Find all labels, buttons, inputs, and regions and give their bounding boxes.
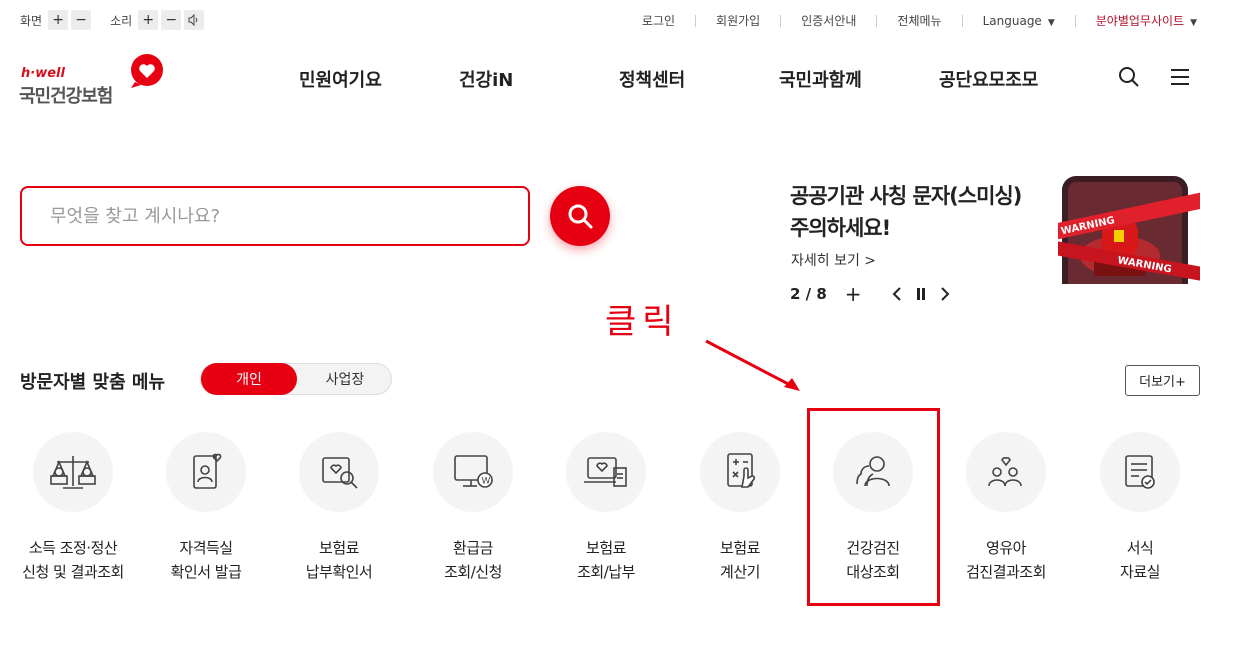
- full-menu-link[interactable]: 전체메뉴: [897, 12, 941, 29]
- laptop-receipt-icon: [584, 457, 627, 487]
- visitor-menu-title: 방문자별 맞춤 메뉴: [20, 372, 166, 393]
- main-search-box: [20, 186, 530, 246]
- quick-menu-health-checkup[interactable]: 건강검진 대상조회: [803, 432, 943, 584]
- family-icon: [988, 457, 1022, 487]
- pause-icon[interactable]: [916, 288, 926, 300]
- language-select[interactable]: Language ▼: [983, 14, 1055, 28]
- more-button[interactable]: 더보기+: [1125, 365, 1200, 396]
- quick-menu-eligibility-certificate[interactable]: 자격득실 확인서 발급: [136, 432, 276, 584]
- accessibility-controls: 화면 + − 소리 + −: [20, 10, 207, 30]
- caret-down-icon: ▼: [1190, 18, 1197, 28]
- nav-with-citizens[interactable]: 국민과함께: [779, 66, 862, 92]
- certificate-guide-link[interactable]: 인증서안내: [801, 12, 856, 29]
- quick-menu-payment-certificate[interactable]: 보험료 납부확인서: [269, 432, 409, 584]
- quick-menu-infant-checkup[interactable]: 영유아 검진결과조회: [936, 432, 1076, 584]
- nav-civil-service[interactable]: 민원여기요: [299, 66, 382, 92]
- utility-links: 로그인 회원가입 인증서안내 전체메뉴 Language ▼ 분야별업무사이트 ▼: [642, 12, 1197, 29]
- visitor-type-toggle: 개인 사업장: [200, 363, 392, 395]
- payment-search-icon: [322, 457, 358, 489]
- click-annotation-label: 클릭: [605, 302, 680, 342]
- id-card-icon: [193, 453, 222, 489]
- speaker-icon[interactable]: [184, 10, 205, 30]
- banner-plus-button[interactable]: +: [845, 282, 862, 306]
- search-icon[interactable]: [1118, 66, 1140, 88]
- nav-about-nhis[interactable]: 공단요모조모: [939, 66, 1038, 92]
- annotation-arrow-icon: [705, 339, 800, 391]
- search-button[interactable]: [550, 186, 610, 246]
- document-check-icon: [1125, 455, 1155, 489]
- quick-menu-premium-calculator[interactable]: 보험료 계산기: [670, 432, 810, 584]
- caret-down-icon: ▼: [1047, 17, 1055, 28]
- main-navigation: 민원여기요 건강iN 정책센터 국민과함께 공단요모조모: [0, 66, 1235, 92]
- svg-text:W: W: [482, 477, 491, 487]
- utility-bar: 화면 + − 소리 + − 로그인 회원가입 인증서안내 전체메뉴 Langua…: [0, 0, 1235, 40]
- monitor-won-icon: W: [454, 455, 493, 488]
- nav-health-in[interactable]: 건강iN: [459, 66, 513, 92]
- zoom-out-button[interactable]: −: [71, 10, 92, 30]
- quick-menu-income-adjustment[interactable]: 소득 조정·정산 신청 및 결과조회: [3, 432, 143, 584]
- quick-menu-premium-inquiry[interactable]: 보험료 조회/납부: [536, 432, 676, 584]
- tab-personal[interactable]: 개인: [201, 363, 297, 395]
- sound-label: 소리: [110, 13, 133, 28]
- login-link[interactable]: 로그인: [642, 12, 675, 29]
- chevron-right-icon[interactable]: [940, 287, 950, 301]
- banner-title[interactable]: 공공기관 사칭 문자(스미싱) 주의하세요!: [790, 180, 1050, 244]
- quick-menu-forms-library[interactable]: 서식 자료실: [1070, 432, 1210, 584]
- volume-down-button[interactable]: −: [161, 10, 182, 30]
- banner-controls: 2 / 8 +: [790, 282, 950, 306]
- nav-policy-center[interactable]: 정책센터: [619, 66, 685, 92]
- tab-business[interactable]: 사업장: [297, 364, 393, 394]
- signup-link[interactable]: 회원가입: [716, 12, 760, 29]
- banner-image-smishing-warning[interactable]: WARNING WARNING: [1058, 174, 1200, 284]
- search-input[interactable]: [22, 188, 528, 244]
- quick-menu-refund[interactable]: W 환급금 조회/신청: [403, 432, 543, 584]
- calculator-icon: [727, 453, 756, 488]
- site-select[interactable]: 분야별업무사이트 ▼: [1096, 12, 1197, 29]
- search-icon: [568, 204, 593, 229]
- screen-size-label: 화면: [20, 13, 43, 28]
- banner-counter: 2 / 8: [790, 285, 827, 303]
- people-icon: [856, 456, 890, 487]
- volume-up-button[interactable]: +: [138, 10, 159, 30]
- banner-more-link[interactable]: 자세히 보기 >: [791, 250, 876, 270]
- zoom-in-button[interactable]: +: [48, 10, 69, 30]
- chevron-left-icon[interactable]: [892, 287, 902, 301]
- hamburger-menu-icon[interactable]: [1170, 66, 1190, 88]
- scale-icon: [50, 456, 96, 489]
